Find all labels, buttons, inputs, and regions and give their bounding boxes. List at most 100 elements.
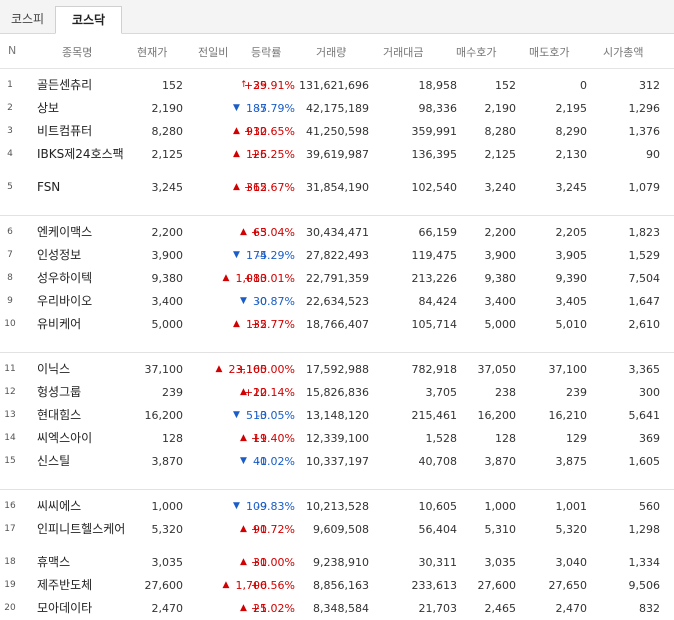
change-rate: +165.00%: [236, 363, 295, 376]
current-price: 3,900: [151, 249, 184, 262]
trade-amount: 18,958: [418, 79, 458, 92]
table-row[interactable]: 18 휴맥스 3,035 30 ▲ +1.00% 9,238,910 30,311 3,035 3…: [0, 551, 674, 574]
table-row[interactable]: 20 모아데이타 2,470 25 ▲ +1.02% 8,348,584 21,703 2,46…: [0, 597, 674, 620]
table-row[interactable]: 13 현대힘스 16,200 510 ▼ -3.05% 13,148,120 215,461 1…: [0, 404, 674, 427]
market-cap: 560: [639, 500, 660, 513]
table-row[interactable]: 7 인성정보 3,900 175 ▼ -4.29% 27,822,493 119,475 3,9…: [0, 244, 674, 267]
volume: 10,213,528: [306, 500, 369, 513]
stock-name-link[interactable]: 골든센츄리: [37, 74, 92, 97]
change-rate: +2.77%: [250, 318, 295, 331]
tab-kospi[interactable]: 코스피: [0, 6, 55, 33]
ask-price: 2,130: [555, 148, 588, 161]
row-number: 6: [7, 227, 13, 237]
bid-price: 128: [495, 432, 516, 445]
volume: 39,619,987: [306, 148, 369, 161]
market-cap: 2,610: [628, 318, 661, 331]
market-cap: 1,334: [628, 556, 661, 569]
bid-price: 37,050: [477, 363, 517, 376]
stock-name-link[interactable]: 헝셩그룹: [37, 381, 81, 404]
volume: 12,339,100: [306, 432, 369, 445]
col-bid: 매수호가: [456, 46, 497, 59]
trade-amount: 66,159: [418, 226, 458, 239]
stock-name-link[interactable]: 인피니트헬스케어: [37, 521, 132, 537]
table-row[interactable]: 2 상보 2,190 185 ▼ -7.79% 42,175,189 98,336 2,190 2…: [0, 97, 674, 120]
stock-name-link[interactable]: 비트컴퓨터: [37, 120, 92, 143]
market-cap: 300: [639, 386, 660, 399]
ask-price: 3,245: [555, 181, 588, 194]
change-rate: +29.91%: [243, 79, 295, 92]
table-row[interactable]: 6 엔케이맥스 2,200 65 ▲ +3.04% 30,434,471 66,159 2,20…: [0, 221, 674, 244]
table-row[interactable]: 8 성우하이텍 9,380 1,080 ▲ +13.01% 22,791,359 213,22…: [0, 267, 674, 290]
market-cap: 369: [639, 432, 660, 445]
stock-name-link[interactable]: 신스틸: [37, 450, 70, 473]
stock-name-link[interactable]: 우리바이오: [37, 290, 92, 313]
row-number: 14: [4, 433, 16, 443]
table-row[interactable]: 9 우리바이오 3,400 30 ▼ -0.87% 22,634,523 84,424 3,40…: [0, 290, 674, 313]
row-number: 18: [4, 557, 16, 567]
ask-price: 9,390: [555, 272, 588, 285]
table-row[interactable]: 10 유비케어 5,000 135 ▲ +2.77% 18,766,407 105,714 5,…: [0, 313, 674, 336]
table-row[interactable]: 5 FSN 3,245 365 ▲ +12.67% 31,854,190 102,540 3,2…: [0, 176, 674, 199]
table-row[interactable]: 16 씨씨에스 1,000 109 ▼ -9.83% 10,213,528 10,605 1,0…: [0, 495, 674, 518]
bid-price: 9,380: [484, 272, 517, 285]
stock-name-link[interactable]: FSN: [37, 176, 60, 199]
table-row[interactable]: 17 인피니트헬스케어 5,320 90 ▲ +1.72% 9,609,508 56,404 5…: [0, 518, 674, 551]
bid-price: 16,200: [477, 409, 517, 422]
stock-name-link[interactable]: 유비케어: [37, 313, 81, 336]
stock-name-link[interactable]: 엔케이맥스: [37, 221, 92, 244]
volume: 27,822,493: [306, 249, 369, 262]
group-divider: [0, 336, 674, 353]
table-header: N 종목명 현재가 전일비 등락률 거래량 거래대금 매수호가 매도호가 시가총…: [0, 34, 674, 69]
up-triangle-icon: ▲: [233, 319, 240, 329]
volume: 9,609,508: [313, 523, 369, 536]
table-row[interactable]: 11 이닉스 37,100 23,100 ▲ +165.00% 17,592,988 782,…: [0, 358, 674, 381]
table-row[interactable]: 3 비트컴퓨터 8,280 930 ▲ +12.65% 41,250,598 359,991 8…: [0, 120, 674, 143]
up-triangle-icon: ▲: [240, 227, 247, 237]
change-rate: -0.87%: [256, 295, 295, 308]
table-row[interactable]: 15 신스틸 3,870 40 ▼ -1.02% 10,337,197 40,708 3,870…: [0, 450, 674, 473]
up-triangle-icon: ▲: [233, 126, 240, 136]
stock-name-link[interactable]: 씨씨에스: [37, 495, 81, 518]
row-number: 16: [4, 501, 16, 511]
stock-name-link[interactable]: 휴맥스: [37, 551, 70, 574]
bid-price: 2,200: [484, 226, 517, 239]
current-price: 2,470: [151, 602, 184, 615]
stock-name-link[interactable]: 인성정보: [37, 244, 81, 267]
row-number: 15: [4, 456, 16, 466]
volume: 10,337,197: [306, 455, 369, 468]
trade-amount: 359,991: [411, 125, 458, 138]
table-row[interactable]: 12 헝셩그룹 239 22 ▲ +10.14% 15,826,836 3,705 238 239…: [0, 381, 674, 404]
market-cap: 312: [639, 79, 660, 92]
trade-amount: 215,461: [411, 409, 458, 422]
table-row[interactable]: 14 씨엑스아이 128 11 ▲ +9.40% 12,339,100 1,528 128 129…: [0, 427, 674, 450]
current-price: 16,200: [144, 409, 184, 422]
volume: 13,148,120: [306, 409, 369, 422]
table-row[interactable]: 1 골든센츄리 152 35 ↑ +29.91% 131,621,696 18,958 152 0…: [0, 74, 674, 97]
col-amount: 거래대금: [383, 46, 424, 59]
ask-price: 37,100: [548, 363, 588, 376]
market-cap: 1,605: [628, 455, 661, 468]
bid-price: 5,000: [484, 318, 517, 331]
trade-amount: 105,714: [411, 318, 458, 331]
volume: 18,766,407: [306, 318, 369, 331]
current-price: 1,000: [151, 500, 184, 513]
bid-price: 2,125: [484, 148, 517, 161]
col-name: 종목명: [62, 46, 93, 59]
stock-name-link[interactable]: 모아데이타: [37, 597, 92, 620]
tab-kosdaq[interactable]: 코스닥: [55, 6, 122, 34]
bid-price: 8,280: [484, 125, 517, 138]
col-change: 전일비: [198, 46, 229, 59]
stock-name-link[interactable]: 현대힘스: [37, 404, 81, 427]
trade-amount: 119,475: [411, 249, 458, 262]
stock-name-link[interactable]: 상보: [37, 97, 59, 120]
change-rate: +1.00%: [250, 556, 295, 569]
stock-name-link[interactable]: 성우하이텍: [37, 267, 92, 290]
change-rate: -3.05%: [256, 409, 295, 422]
stock-name-link[interactable]: IBKS제24호스팩: [37, 146, 132, 162]
bid-price: 3,400: [484, 295, 517, 308]
table-row[interactable]: 4 IBKS제24호스팩 2,125 125 ▲ +6.25% 39,619,987 136,…: [0, 143, 674, 176]
stock-name-link[interactable]: 씨엑스아이: [37, 427, 92, 450]
row-number: 7: [7, 250, 13, 260]
ask-price: 239: [566, 386, 587, 399]
stock-name-link[interactable]: 이닉스: [37, 358, 70, 381]
